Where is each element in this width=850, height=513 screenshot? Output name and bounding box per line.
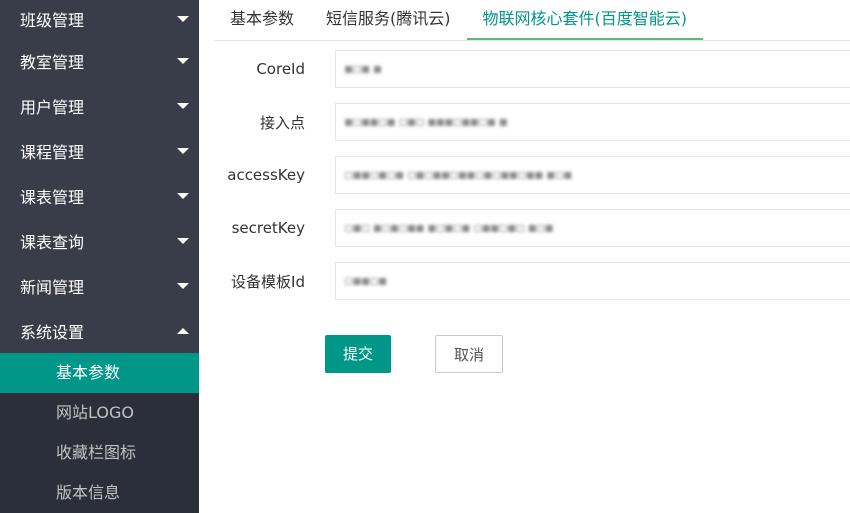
device-template-id-label: 设备模板Id [231,272,305,291]
submenu-item-basic-params[interactable]: 基本参数 [0,353,199,393]
form-row-endpoint: 接入点 ▪▫▪▪▫▪ ▫▪▫ ▪▪▪▫▪▪▫▪ ▪ [214,103,850,141]
endpoint-field[interactable]: ▪▫▪▪▫▪ ▫▪▫ ▪▪▪▫▪▪▫▪ ▪ [335,103,850,141]
sidebar-item-label: 系统设置 [20,322,85,342]
sidebar-item-label: 教室管理 [20,52,85,72]
chevron-down-icon [177,237,189,244]
accesskey-value: ▫▪▪▫▪▫▪ ▫▪▫▪▪▫▪▪▫▪▫▪▪▫▪▪ ▪▫▪ [344,167,573,183]
tab-bar: 基本参数 短信服务(腾讯云) 物联网核心套件(百度智能云) [214,0,850,41]
form-row-secretkey: secretKey ▫▪▫ ▪▫▪▫▪▪ ▪▫▪▫▪ ▫▪▪▫▪▫ ▪▫▪ [214,209,850,247]
sidebar-item-label: 新闻管理 [20,277,85,297]
sidebar-item-label: 课表查询 [20,232,85,252]
tab-sms-service[interactable]: 短信服务(腾讯云) [310,0,467,40]
main-content: 基本参数 短信服务(腾讯云) 物联网核心套件(百度智能云) CoreId ▪▫▪… [214,0,850,513]
sidebar-item-label: 用户管理 [20,97,85,117]
secretkey-field[interactable]: ▫▪▫ ▪▫▪▫▪▪ ▪▫▪▫▪ ▫▪▪▫▪▫ ▪▫▪ [335,209,850,247]
sidebar-item-system-settings[interactable]: 系统设置 [0,308,199,353]
cancel-button[interactable]: 取消 [435,335,504,373]
sidebar-item-label: 课表管理 [20,187,85,207]
accesskey-field[interactable]: ▫▪▪▫▪▫▪ ▫▪▫▪▪▫▪▪▫▪▫▪▪▫▪▪ ▪▫▪ [335,156,850,194]
coreid-value: ▪▫▪ ▪ [344,61,382,77]
sidebar-item-classroom-management[interactable]: 教室管理 [0,38,199,83]
device-template-id-value: ▫▪▪▫▪ [344,273,387,289]
sidebar-item-schedule-query[interactable]: 课表查询 [0,218,199,263]
submenu-item-site-logo[interactable]: 网站LOGO [0,393,199,433]
endpoint-label: 接入点 [259,113,305,132]
form-row-device-template-id: 设备模板Id ▫▪▪▫▪ [214,262,850,300]
submit-button[interactable]: 提交 [325,335,392,373]
chevron-down-icon [177,102,189,109]
sidebar-item-label: 班级管理 [20,11,85,30]
accesskey-label: accessKey [227,166,305,184]
chevron-down-icon [177,16,189,22]
sidebar-item-schedule-management[interactable]: 课表管理 [0,173,199,218]
sidebar-item-news-management[interactable]: 新闻管理 [0,263,199,308]
sidebar-item-course-management[interactable]: 课程管理 [0,128,199,173]
submenu-item-version-info[interactable]: 版本信息 [0,473,199,513]
chevron-up-icon [177,327,189,334]
sidebar: 班级管理 教室管理 用户管理 课程管理 课表管理 课表查询 新闻管理 系统设置 … [0,0,199,513]
secretkey-label: secretKey [231,219,305,237]
tab-basic-params[interactable]: 基本参数 [214,0,310,40]
sidebar-item-user-management[interactable]: 用户管理 [0,83,199,128]
tab-iot-core-suite[interactable]: 物联网核心套件(百度智能云) [466,0,704,40]
chevron-down-icon [177,57,189,64]
secretkey-value: ▫▪▫ ▪▫▪▫▪▪ ▪▫▪▫▪ ▫▪▪▫▪▫ ▪▫▪ [344,220,554,236]
chevron-down-icon [177,192,189,199]
chevron-down-icon [177,147,189,154]
endpoint-value: ▪▫▪▪▫▪ ▫▪▫ ▪▪▪▫▪▪▫▪ ▪ [344,114,508,130]
chevron-down-icon [177,282,189,289]
sidebar-item-class-management[interactable]: 班级管理 [0,0,199,38]
device-template-id-field[interactable]: ▫▪▪▫▪ [335,262,850,300]
form-row-accesskey: accessKey ▫▪▪▫▪▫▪ ▫▪▫▪▪▫▪▪▫▪▫▪▪▫▪▪ ▪▫▪ [214,156,850,194]
coreid-field[interactable]: ▪▫▪ ▪ [335,50,850,88]
submenu-system-settings: 基本参数 网站LOGO 收藏栏图标 版本信息 [0,353,199,513]
form-row-coreid: CoreId ▪▫▪ ▪ [214,50,850,88]
submenu-item-favicon[interactable]: 收藏栏图标 [0,433,199,473]
coreid-label: CoreId [256,60,305,78]
sidebar-item-label: 课程管理 [20,142,85,162]
